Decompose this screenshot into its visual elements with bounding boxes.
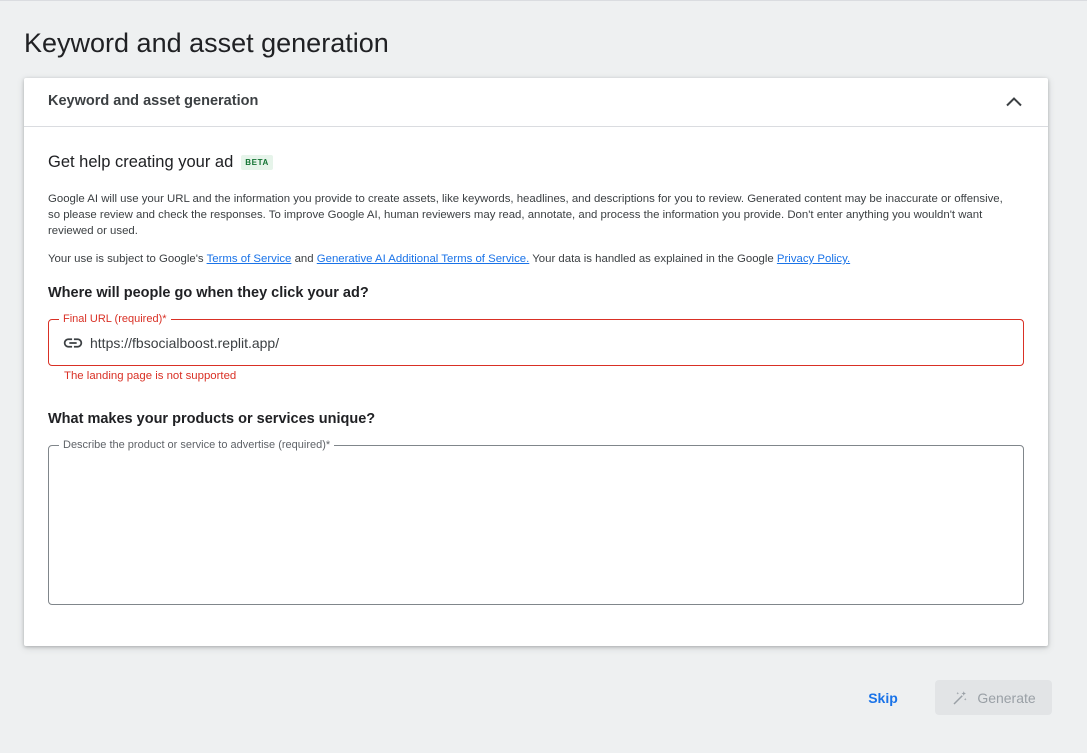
url-question: Where will people go when they click you… [48,285,369,301]
chevron-up-icon [1006,97,1022,107]
description-label: Describe the product or service to adver… [59,438,335,452]
description-textarea[interactable] [63,462,1009,592]
help-title-row: Get help creating your ad BETA [48,153,273,172]
page-title: Keyword and asset generation [24,28,389,58]
privacy-policy-link[interactable]: Privacy Policy. [777,253,850,265]
generative-ai-terms-link[interactable]: Generative AI Additional Terms of Servic… [317,253,530,265]
card-header-title: Keyword and asset generation [48,93,259,109]
terms-notice: Your use is subject to Google's Terms of… [48,251,1028,267]
collapse-button[interactable] [1002,90,1026,114]
final-url-input[interactable] [90,333,990,353]
description-question: What makes your products or services uni… [48,411,376,427]
link-icon [63,338,83,348]
final-url-label: Final URL (required)* [59,312,171,326]
card-header[interactable]: Keyword and asset generation [24,78,1048,127]
generate-label: Generate [977,689,1036,706]
magic-wand-icon [953,690,967,705]
beta-badge: BETA [241,155,273,170]
keyword-asset-card: Keyword and asset generation Get help cr… [24,78,1048,646]
terms-and: and [291,253,317,265]
final-url-field[interactable]: Final URL (required)* [48,312,1024,366]
skip-button[interactable]: Skip [858,681,908,715]
help-title: Get help creating your ad [48,153,234,171]
terms-prefix: Your use is subject to Google's [48,253,207,265]
ai-disclaimer: Google AI will use your URL and the info… [48,193,1003,237]
terms-middle: Your data is handled as explained in the… [529,253,777,265]
description-field[interactable]: Describe the product or service to adver… [48,438,1024,605]
url-error-message: The landing page is not supported [64,370,237,382]
terms-of-service-link[interactable]: Terms of Service [207,253,292,265]
generate-button[interactable]: Generate [935,680,1052,715]
